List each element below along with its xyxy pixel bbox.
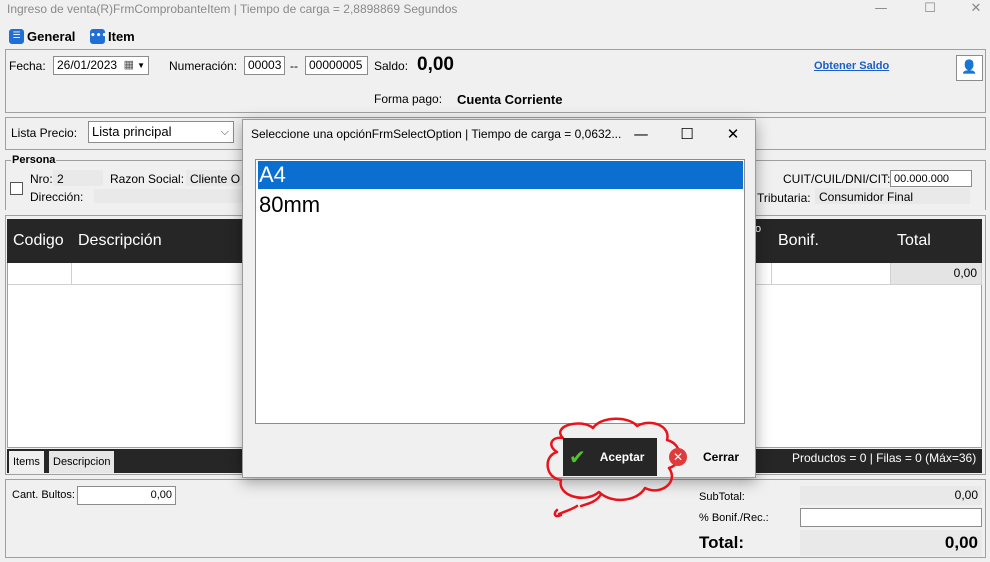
dialog-title: Seleccione una opciónFrmSelectOption | T…	[251, 127, 622, 141]
cuit-label: CUIT/CUIL/DNI/CIT:	[783, 172, 891, 186]
cell-codigo[interactable]	[8, 263, 72, 285]
item-menu-icon: •••	[90, 28, 107, 44]
total-label: Total:	[699, 533, 745, 552]
maximize-button[interactable]: ☐	[910, 0, 950, 20]
tributaria-input[interactable]: Consumidor Final	[815, 188, 970, 204]
lista-precio-value: Lista principal	[92, 124, 172, 139]
cerrar-button[interactable]: ✕ Cerrar	[665, 440, 750, 474]
cant-bultos-label: Cant. Bultos:	[12, 489, 75, 501]
dialog-maximize-button[interactable]: ☐	[667, 120, 707, 148]
cerrar-label: Cerrar	[703, 450, 740, 464]
persona-checkbox[interactable]	[10, 182, 23, 195]
col-bonif[interactable]: Bonif.	[778, 232, 819, 250]
lista-precio-select[interactable]: Lista principal ⌵	[88, 121, 234, 143]
select-option-dialog: Seleccione una opciónFrmSelectOption | T…	[242, 119, 756, 518]
window-title: Ingreso de venta(R)FrmComprobanteItem | …	[7, 2, 458, 16]
saldo-label: Saldo:	[374, 59, 409, 73]
direccion-label: Dirección:	[30, 190, 84, 204]
user-card-icon[interactable]: 👤	[956, 55, 983, 81]
cell-bonif[interactable]	[772, 263, 891, 285]
direccion-input[interactable]	[94, 189, 242, 203]
dialog-close-button[interactable]: ✕	[713, 120, 753, 148]
subtotal-value: 0,00	[800, 486, 982, 505]
dropdown-arrow-icon[interactable]: ▼	[137, 59, 145, 73]
menu-general[interactable]: ☰ General	[9, 27, 75, 45]
total-value: 0,00	[800, 530, 982, 556]
tab-descripcion[interactable]: Descripcion	[49, 451, 115, 473]
nro-label: Nro:	[30, 172, 53, 186]
menu-general-label: General	[27, 28, 76, 44]
tab-items[interactable]: Items	[9, 451, 44, 473]
aceptar-button[interactable]: ✔ Aceptar	[563, 438, 657, 476]
tributaria-label: Tributaria:	[757, 191, 811, 205]
numeracion-num-input[interactable]: 00000005	[305, 56, 368, 75]
option-a4[interactable]: A4	[258, 161, 743, 189]
menu-item-label: Item	[108, 28, 135, 44]
razon-social-input[interactable]: Cliente O	[186, 170, 242, 186]
numeracion-label: Numeración:	[169, 59, 238, 73]
menu-item[interactable]: ••• Item	[90, 27, 135, 45]
col-descripcion[interactable]: Descripción	[78, 232, 162, 250]
dialog-minimize-button[interactable]: —	[621, 120, 661, 148]
lista-precio-label: Lista Precio:	[11, 126, 78, 140]
fecha-label: Fecha:	[9, 59, 46, 73]
aceptar-label: Aceptar	[599, 450, 645, 464]
numeracion-separator: --	[290, 59, 298, 73]
calendar-icon[interactable]: ▦	[124, 58, 134, 72]
general-menu-icon: ☰	[9, 28, 24, 44]
razon-social-label: Razon Social:	[110, 172, 185, 186]
cuit-input[interactable]: 00.000.000	[890, 170, 972, 187]
option-80mm[interactable]: 80mm	[258, 191, 743, 219]
cant-bultos-input[interactable]: 0,00	[77, 486, 176, 505]
forma-pago-label: Forma pago:	[374, 92, 443, 106]
col-total[interactable]: Total	[897, 232, 931, 250]
cancel-icon: ✕	[669, 448, 687, 466]
fecha-value: 26/01/2023	[57, 58, 118, 72]
status-bar: Productos = 0 | Filas = 0 (Máx=36)	[792, 451, 977, 465]
subtotal-label: SubTotal:	[699, 491, 745, 503]
nro-input[interactable]: 2	[53, 170, 103, 186]
obtener-saldo-link[interactable]: Obtener Saldo	[814, 60, 889, 72]
saldo-value: 0,00	[417, 54, 454, 75]
check-icon: ✔	[569, 445, 586, 469]
minimize-button[interactable]: —	[861, 0, 901, 20]
persona-group-label: Persona	[11, 154, 57, 166]
fecha-input[interactable]: 26/01/2023 ▦ ▼	[53, 56, 149, 75]
chevron-down-icon[interactable]: ⌵	[221, 123, 229, 141]
title-bar: Ingreso de venta(R)FrmComprobanteItem | …	[0, 0, 990, 20]
close-button[interactable]: ✕	[956, 0, 990, 20]
bonif-rec-input[interactable]	[800, 508, 982, 527]
col-codigo[interactable]: Codigo	[13, 232, 64, 250]
numeracion-pv-input[interactable]: 00003	[244, 56, 285, 75]
cell-total[interactable]: 0,00	[891, 263, 982, 285]
forma-pago-value: Cuenta Corriente	[457, 92, 563, 107]
bonif-rec-label: % Bonif./Rec.:	[699, 512, 769, 524]
options-listbox[interactable]: A4 80mm	[255, 159, 745, 424]
